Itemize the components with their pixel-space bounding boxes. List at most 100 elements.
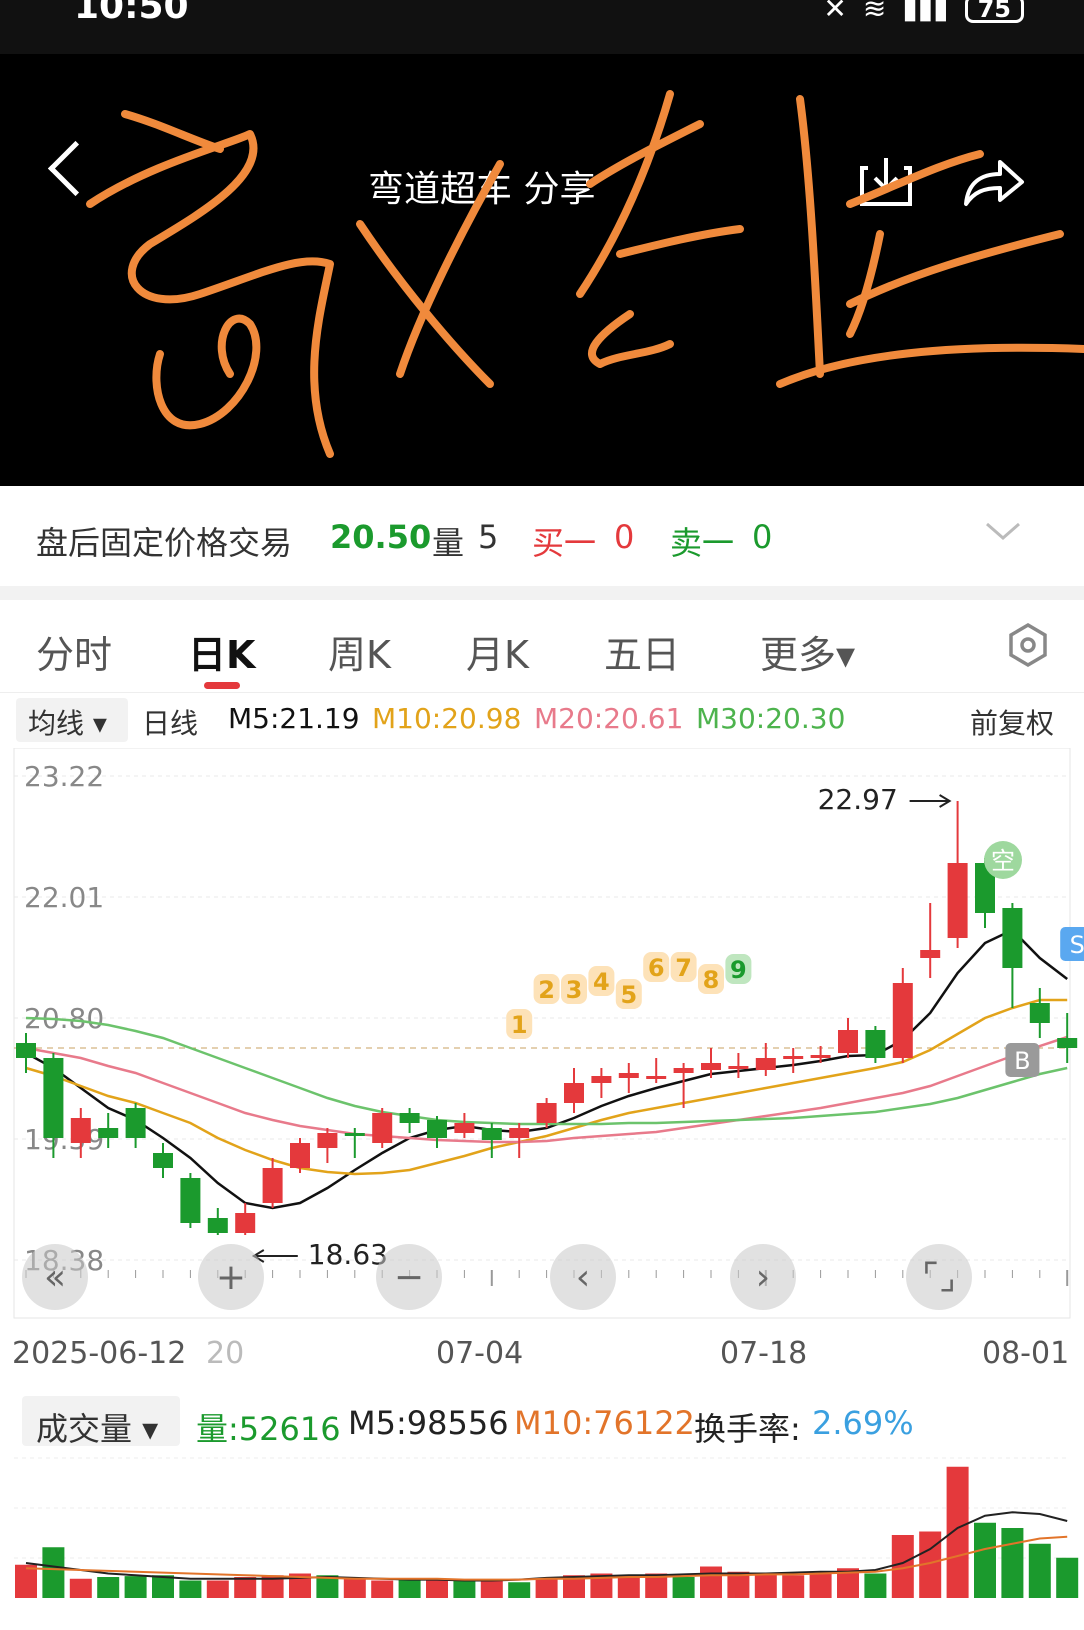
candle-body: [728, 1066, 749, 1069]
volume-bar: [15, 1564, 37, 1598]
tab-monthly-k[interactable]: 月K: [466, 624, 529, 679]
after-hours-vol-label: 量: [432, 524, 465, 562]
wifi-icon: ≋: [862, 0, 887, 25]
volume-bar: [398, 1578, 421, 1598]
ma20-value: M20:20.61: [534, 702, 684, 735]
volume-bar: [535, 1578, 558, 1598]
chevron-down-icon[interactable]: [985, 520, 1021, 542]
volume-bar: [1028, 1543, 1051, 1598]
volume-bar: [206, 1580, 229, 1598]
tab-more[interactable]: 更多▾: [760, 624, 855, 679]
signal-icon: ▮▮▮: [902, 0, 949, 25]
volume-bar: [672, 1577, 695, 1598]
scroll-left-fast-button[interactable]: «: [22, 1244, 88, 1310]
candle-body: [838, 1030, 858, 1053]
volume-bar: [343, 1578, 366, 1598]
volume-bar: [426, 1578, 448, 1598]
battery-icon: 75: [964, 0, 1024, 23]
sequence-marker: 2: [538, 976, 555, 1004]
candle-body: [920, 950, 941, 958]
volume-bar: [179, 1580, 202, 1598]
zoom-in-button[interactable]: +: [198, 1244, 264, 1310]
period-tabs: 分时 日K 周K 月K 五日 更多▾: [0, 600, 1084, 693]
date-label: 07-04: [436, 1336, 524, 1371]
candle-body: [317, 1133, 338, 1148]
sequence-marker: 3: [566, 976, 583, 1004]
buy-one-label: 买一: [532, 524, 597, 562]
ma-selector-label[interactable]: 均线 ▾: [28, 702, 107, 742]
candle-body: [344, 1133, 365, 1136]
candle-body: [262, 1168, 283, 1203]
y-tick-label: 22.01: [24, 881, 104, 914]
candle-body: [1057, 1038, 1078, 1048]
sequence-marker: 8: [703, 966, 720, 994]
sequence-marker: 6: [648, 954, 665, 982]
candle-body: [454, 1123, 475, 1133]
y-tick-label: 23.22: [24, 760, 104, 793]
mute-icon: ✕: [823, 0, 847, 25]
buy-one-value: 0: [614, 518, 635, 556]
ma-legend-bar: 均线 ▾ 日线 M5:21.19 M10:20.98 M20:20.61 M30…: [0, 692, 1084, 746]
volume-bar: [234, 1577, 257, 1598]
volume-value: 量:52616: [196, 1410, 341, 1448]
volume-selector-label[interactable]: 成交量 ▾: [36, 1404, 158, 1450]
candle-body: [16, 1043, 36, 1058]
candle-body: [125, 1108, 146, 1138]
candlestick-chart[interactable]: 23.2222.0120.8019.5918.38 123456789空SB22…: [0, 748, 1084, 1328]
status-bar: 10:50 ✕ ≋ ▮▮▮ 75: [0, 0, 1084, 54]
low-price-label: 18.63: [308, 1238, 388, 1271]
signal-badge-label: 空: [991, 847, 1015, 875]
candle-body: [673, 1068, 694, 1073]
candle-body: [783, 1056, 804, 1059]
candle-body: [618, 1073, 639, 1078]
fullscreen-button[interactable]: ⌜⌟: [906, 1244, 972, 1310]
volume-legend-bar: 成交量 ▾ 量:52616 M5:98556 M10:76122 换手率: 2.…: [0, 1392, 1084, 1448]
sequence-marker: 9: [730, 956, 747, 984]
candle-body: [153, 1153, 173, 1168]
settings-hexagon-icon[interactable]: [1005, 622, 1051, 668]
zoom-out-button[interactable]: −: [376, 1244, 442, 1310]
volume-bar: [1001, 1528, 1024, 1598]
tab-daily-k[interactable]: 日K: [188, 624, 255, 679]
date-label: 20: [206, 1336, 245, 1371]
volume-bar: [974, 1522, 996, 1598]
candle-body: [290, 1143, 310, 1168]
adjust-mode[interactable]: 前复权: [970, 702, 1054, 742]
sell-one-label: 卖一: [670, 524, 735, 562]
sequence-marker: 5: [620, 981, 637, 1009]
candle-body: [70, 1118, 91, 1143]
candle-body: [235, 1213, 256, 1233]
volume-ma5: M5:98556: [348, 1404, 509, 1442]
volume-bar: [508, 1582, 531, 1598]
scroll-right-button[interactable]: ›: [730, 1244, 796, 1310]
volume-chart[interactable]: [0, 1448, 1084, 1618]
candle-body: [865, 1030, 886, 1058]
date-label: 2025-06-12: [12, 1336, 187, 1371]
volume-bar: [946, 1466, 969, 1598]
active-tab-indicator: [204, 682, 240, 689]
ma5-value: M5:21.19: [228, 702, 360, 735]
tab-intraday[interactable]: 分时: [36, 624, 112, 679]
candle-body: [892, 983, 913, 1058]
ma-type: 日线: [142, 707, 199, 740]
volume-bar: [97, 1577, 120, 1598]
volume-bar: [453, 1580, 476, 1598]
sequence-marker: 7: [675, 954, 692, 982]
signal-badge-label: B: [1014, 1047, 1030, 1075]
ma10-value: M10:20.98: [372, 702, 522, 735]
volume-ma10: M10:76122: [514, 1404, 695, 1442]
candle-body: [207, 1218, 228, 1233]
volume-bar: [371, 1580, 394, 1598]
candle-body: [591, 1076, 612, 1083]
volume-bar: [700, 1566, 722, 1598]
volume-bar: [480, 1580, 503, 1598]
candle-body: [646, 1076, 667, 1079]
tab-weekly-k[interactable]: 周K: [328, 624, 391, 679]
tab-five-day[interactable]: 五日: [604, 624, 680, 679]
date-label: 08-01: [982, 1336, 1070, 1371]
scroll-left-button[interactable]: ‹: [550, 1244, 616, 1310]
after-hours-price: 20.50: [330, 518, 432, 556]
candle-body: [810, 1055, 831, 1058]
volume-bar: [754, 1573, 777, 1598]
status-time: 10:50: [74, 0, 189, 27]
